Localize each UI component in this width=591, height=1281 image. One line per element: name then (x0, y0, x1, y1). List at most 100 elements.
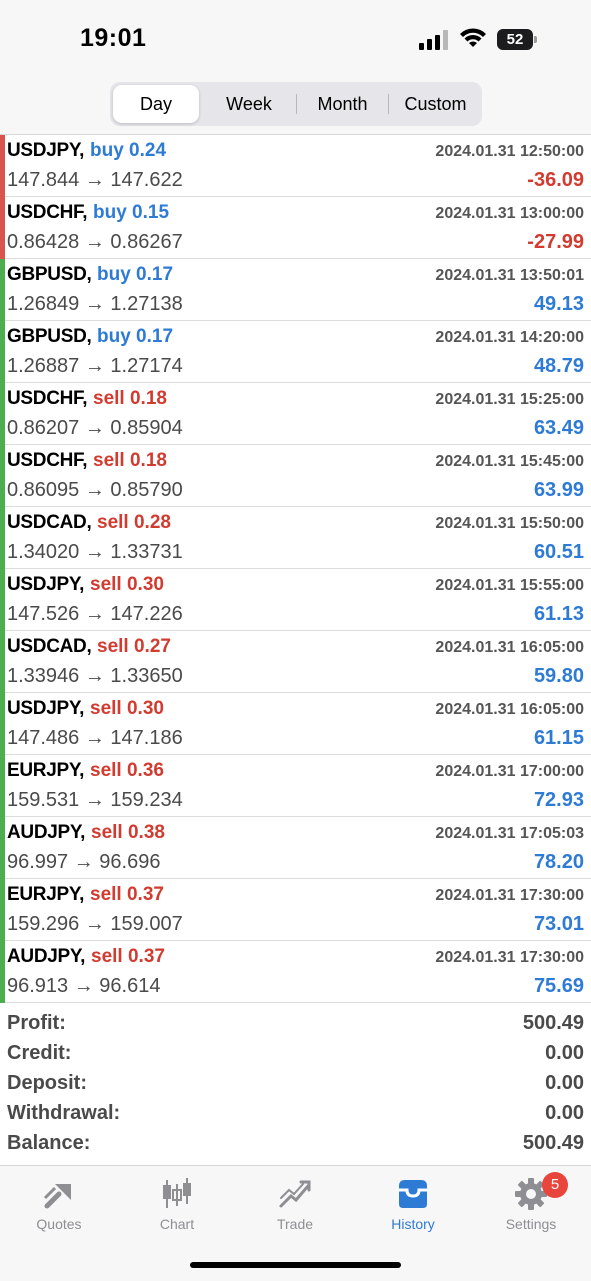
pl-indicator-bar (0, 259, 5, 321)
trade-symbol: GBPUSD, (7, 264, 92, 285)
trade-profit: 60.51 (533, 541, 584, 563)
trade-prices: 159.296 → 159.007 (7, 913, 183, 935)
tab-history[interactable]: History (354, 1166, 472, 1246)
trade-side-volume: sell 0.18 (93, 450, 167, 471)
trade-prices: 0.86428 → 0.86267 (7, 231, 183, 253)
trade-row[interactable]: EURJPY, sell 0.36 159.531 → 159.234 2024.01… (0, 755, 591, 817)
trade-prices: 147.526 → 147.226 (7, 603, 183, 625)
trade-symbol: USDCHF, (7, 202, 88, 223)
trade-side-volume: sell 0.18 (93, 388, 167, 409)
pl-indicator-bar (0, 197, 5, 259)
trade-row[interactable]: USDCHF, sell 0.18 0.86207 → 0.85904 2024.01… (0, 383, 591, 445)
tab-trade[interactable]: Trade (236, 1166, 354, 1246)
trade-side-volume: sell 0.27 (97, 636, 171, 657)
account-summary: Profit: 500.49 Credit: 0.00 Deposit: 0.00 With… (0, 1010, 591, 1160)
trade-symbol: EURJPY, (7, 884, 85, 905)
segment-month[interactable]: Month (297, 82, 388, 126)
pl-indicator-bar (0, 817, 5, 879)
pl-indicator-bar (0, 631, 5, 693)
trade-close-time: 2024.01.31 17:00:00 (435, 763, 584, 780)
summary-label: Withdrawal: (7, 1102, 121, 1124)
trade-symbol: USDCHF, (7, 388, 88, 409)
summary-value: 0.00 (545, 1042, 584, 1064)
trade-close-time: 2024.01.31 15:55:00 (435, 577, 584, 594)
wifi-icon (460, 28, 486, 47)
trade-close-time: 2024.01.31 15:50:00 (435, 515, 584, 532)
trade-row[interactable]: USDJPY, buy 0.24 147.844 → 147.622 2024.01.… (0, 135, 591, 197)
trade-side-volume: sell 0.36 (90, 760, 164, 781)
trade-symbol: USDCAD, (7, 636, 92, 657)
trade-symbol: USDCHF, (7, 450, 88, 471)
trade-row[interactable]: USDCHF, sell 0.18 0.86095 → 0.85790 2024.01… (0, 445, 591, 507)
trade-row[interactable]: USDCHF, buy 0.15 0.86428 → 0.86267 2024.01.… (0, 197, 591, 259)
trade-side-volume: buy 0.17 (97, 264, 174, 285)
home-indicator[interactable] (190, 1262, 401, 1268)
summary-value: 500.49 (522, 1132, 584, 1154)
summary-label: Deposit: (7, 1072, 87, 1094)
trade-icon (279, 1180, 311, 1208)
trade-row[interactable]: GBPUSD, buy 0.17 1.26887 → 1.27174 2024.01.… (0, 321, 591, 383)
trade-close-time: 2024.01.31 15:45:00 (435, 453, 584, 470)
trade-profit: 63.49 (533, 417, 584, 439)
trade-side-volume: buy 0.24 (90, 140, 167, 161)
tab-quotes[interactable]: Quotes (0, 1166, 118, 1246)
trade-prices: 96.913 → 96.614 (7, 975, 161, 997)
trade-prices: 147.844 → 147.622 (7, 169, 183, 191)
trade-profit: -27.99 (527, 231, 584, 253)
trade-profit: 61.15 (533, 727, 584, 749)
tab-chart[interactable]: Chart (118, 1166, 236, 1246)
summary-value: 0.00 (545, 1072, 584, 1094)
tab-label: Trade (276, 1216, 314, 1232)
summary-row: Deposit: 0.00 (0, 1070, 591, 1100)
summary-label: Profit: (7, 1012, 66, 1034)
trade-row[interactable]: USDJPY, sell 0.30 147.526 → 147.226 2024.01… (0, 569, 591, 631)
settings-notification-badge: 5 (542, 1172, 568, 1198)
tab-label: History (391, 1216, 435, 1232)
trade-profit: 61.13 (533, 603, 584, 625)
trade-profit: 72.93 (533, 789, 584, 811)
trade-row[interactable]: EURJPY, sell 0.37 159.296 → 159.007 2024.01… (0, 879, 591, 941)
summary-value: 0.00 (545, 1102, 584, 1124)
segment-day[interactable]: Day (113, 85, 199, 123)
trade-profit: 49.13 (533, 293, 584, 315)
tab-settings[interactable]: 5 Settings (472, 1166, 590, 1246)
tab-label: Quotes (36, 1216, 82, 1232)
trade-close-time: 2024.01.31 17:30:00 (435, 949, 584, 966)
trade-side-volume: sell 0.30 (90, 574, 164, 595)
trade-side-volume: buy 0.15 (93, 202, 170, 223)
trade-row[interactable]: AUDJPY, sell 0.38 96.997 → 96.696 2024.01.3… (0, 817, 591, 879)
period-segmented-control: Day Week Month Custom (110, 82, 482, 126)
trade-profit: 73.01 (533, 913, 584, 935)
trade-prices: 0.86095 → 0.85790 (7, 479, 183, 501)
trade-side-volume: sell 0.37 (91, 946, 165, 967)
trade-close-time: 2024.01.31 12:50:00 (435, 143, 584, 160)
trade-symbol: GBPUSD, (7, 326, 92, 347)
trade-symbol: EURJPY, (7, 760, 85, 781)
trade-row[interactable]: USDCAD, sell 0.28 1.34020 → 1.33731 2024.01… (0, 507, 591, 569)
segment-week[interactable]: Week (202, 82, 296, 126)
pl-indicator-bar (0, 941, 5, 1003)
trade-row[interactable]: USDJPY, sell 0.30 147.486 → 147.186 2024.01… (0, 693, 591, 755)
trade-close-time: 2024.01.31 14:20:00 (435, 329, 584, 346)
segment-custom[interactable]: Custom (389, 82, 482, 126)
trade-close-time: 2024.01.31 13:00:00 (435, 205, 584, 222)
pl-indicator-bar (0, 879, 5, 941)
summary-label: Credit: (7, 1042, 72, 1064)
trade-side-volume: sell 0.37 (90, 884, 164, 905)
trade-close-time: 2024.01.31 17:30:00 (435, 887, 584, 904)
trade-row[interactable]: AUDJPY, sell 0.37 96.913 → 96.614 2024.01.3… (0, 941, 591, 1003)
trade-profit: 75.69 (533, 975, 584, 997)
pl-indicator-bar (0, 383, 5, 445)
trade-profit: 59.80 (533, 665, 584, 687)
trade-side-volume: sell 0.30 (90, 698, 164, 719)
trade-prices: 1.33946 → 1.33650 (7, 665, 183, 687)
trade-prices: 159.531 → 159.234 (7, 789, 183, 811)
trade-row[interactable]: USDCAD, sell 0.27 1.33946 → 1.33650 2024.01… (0, 631, 591, 693)
battery-level: 52 (506, 31, 524, 48)
summary-row: Credit: 0.00 (0, 1040, 591, 1070)
pl-indicator-bar (0, 755, 5, 817)
trade-row[interactable]: GBPUSD, buy 0.17 1.26849 → 1.27138 2024.01.… (0, 259, 591, 321)
quotes-icon (43, 1184, 71, 1209)
trade-profit: 48.79 (533, 355, 584, 377)
pl-indicator-bar (0, 693, 5, 755)
